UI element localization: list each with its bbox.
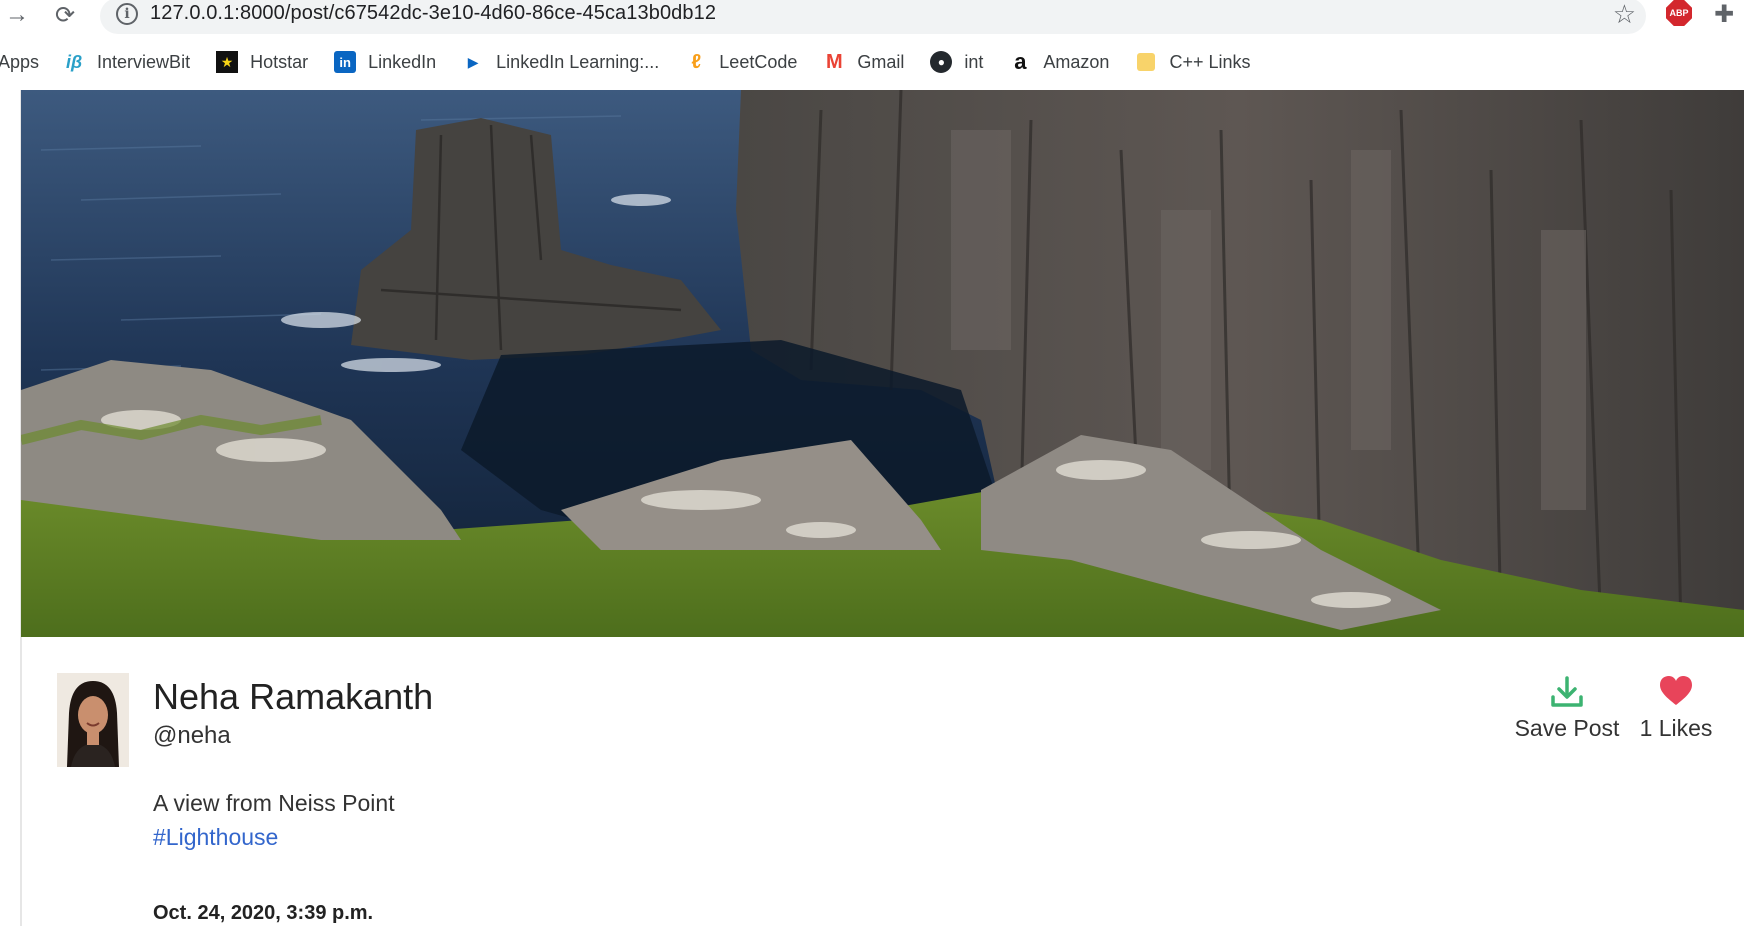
post-date: Oct. 24, 2020, 3:39 p.m. [153,902,374,924]
linkedin-learning-icon: ▶ [467,53,479,70]
amazon-icon: a [1014,49,1027,74]
bookmark-label: Hotstar [250,51,309,72]
bookmarks-bar: Apps iβ InterviewBit ★ Hotstar in Linked… [0,46,1744,78]
likes-count: 1 Likes [1639,715,1713,741]
save-post-label: Save Post [1514,715,1620,741]
bookmark-label: C++ Links [1169,51,1251,72]
hashtag-link[interactable]: #Lighthouse [153,824,278,851]
bookmark-label: InterviewBit [97,51,191,72]
bookmark-label: Gmail [857,51,905,72]
post-page: Neha Ramakanth @neha A view from Neiss P… [0,90,1744,926]
author-handle[interactable]: @neha [153,722,231,750]
bookmark-linkedin[interactable]: in LinkedIn [334,51,436,73]
author-avatar[interactable] [57,673,129,767]
github-icon: ● [930,51,953,73]
hotstar-icon: ★ [216,51,239,73]
extensions-puzzle-icon[interactable]: ✚ [1714,0,1734,29]
linkedin-icon: in [334,51,357,73]
heart-icon [1660,676,1692,705]
bookmark-cpp-links[interactable]: C++ Links [1135,51,1251,73]
info-icon[interactable]: i [116,3,138,25]
bookmark-label: LinkedIn Learning:... [496,51,660,72]
like-button[interactable]: 1 Likes [1636,675,1716,742]
bookmark-label: Amazon [1043,51,1110,72]
bookmark-label: Apps [0,51,40,72]
bookmark-label: int [964,51,984,72]
bookmark-gmail[interactable]: M Gmail [823,51,904,73]
bookmark-hotstar[interactable]: ★ Hotstar [216,51,308,73]
post-image [21,90,1744,637]
address-bar[interactable]: i 127.0.0.1:8000/post/c67542dc-3e10-4d60… [100,0,1646,34]
author-name[interactable]: Neha Ramakanth [153,676,433,718]
bookmark-amazon[interactable]: a Amazon [1009,49,1110,74]
bookmark-leetcode[interactable]: ℓ LeetCode [685,51,797,73]
bookmark-int[interactable]: ● int [930,51,983,73]
leetcode-icon: ℓ [691,50,702,73]
save-post-button[interactable]: Save Post [1514,675,1620,742]
download-icon [1551,676,1583,707]
bookmark-apps[interactable]: Apps [0,52,39,73]
browser-toolbar: → ⟳ i 127.0.0.1:8000/post/c67542dc-3e10-… [0,0,1744,34]
bookmark-linkedin-learning[interactable]: ▶ LinkedIn Learning:... [462,51,660,73]
url-text[interactable]: 127.0.0.1:8000/post/c67542dc-3e10-4d60-8… [150,2,716,25]
forward-icon[interactable]: → [2,0,32,30]
bookmark-label: LeetCode [719,51,798,72]
post-caption: A view from Neiss Point [153,790,395,816]
bookmark-interviewbit[interactable]: iβ InterviewBit [63,51,190,73]
interviewbit-icon: iβ [65,51,83,72]
adblock-extension-icon[interactable]: ABP [1666,0,1692,26]
bookmark-star-icon[interactable]: ☆ [1613,0,1636,30]
folder-icon [1135,51,1157,73]
reload-icon[interactable]: ⟳ [50,0,80,30]
gmail-icon: M [826,50,843,73]
bookmark-label: LinkedIn [368,51,437,72]
